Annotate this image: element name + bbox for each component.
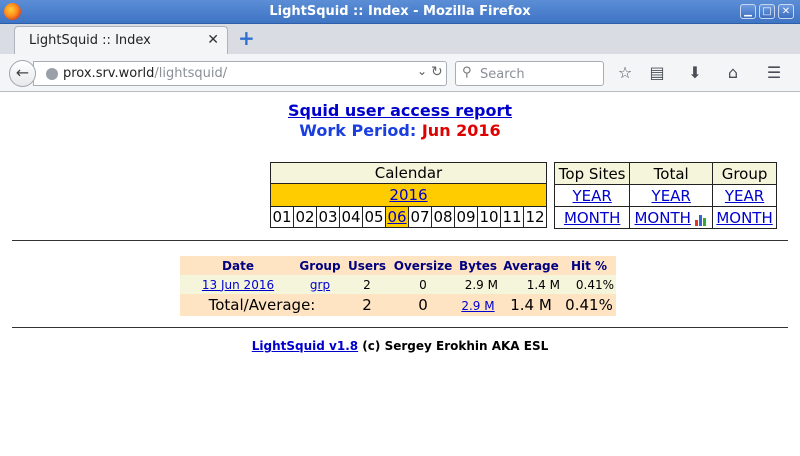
total-bytes-cell: 2.9 M xyxy=(456,294,500,316)
search-box[interactable]: ⚲ xyxy=(455,61,604,86)
url-bar[interactable]: prox.srv.world/lightsquid/ ⌄ ↻ xyxy=(33,61,447,86)
calendar-header: Calendar xyxy=(270,162,547,184)
reload-icon[interactable]: ↻ xyxy=(431,64,443,80)
group-header: Group xyxy=(712,162,777,185)
average-cell: 1.4 M xyxy=(500,275,562,294)
col-oversize: Oversize xyxy=(390,256,456,275)
total-oversize: 0 xyxy=(390,294,456,316)
tab-label: LightSquid :: Index xyxy=(29,33,151,48)
date-link[interactable]: 13 Jun 2016 xyxy=(202,278,274,292)
search-input[interactable] xyxy=(480,65,598,83)
total-year-link[interactable]: YEAR xyxy=(652,187,691,205)
users-cell: 2 xyxy=(344,275,390,294)
group-month-link[interactable]: MONTH xyxy=(716,209,772,227)
month-cell: 01 xyxy=(270,206,294,228)
month-cell-selected: 06 xyxy=(385,206,409,228)
top-sites-year-cell: YEAR xyxy=(553,184,631,207)
month-cell: 12 xyxy=(523,206,547,228)
home-icon[interactable]: ⌂ xyxy=(722,62,744,84)
maximize-icon[interactable]: □ xyxy=(759,4,775,19)
bookmark-star-icon[interactable]: ☆ xyxy=(614,62,636,84)
calendar-table: Calendar 2016 01 02 03 04 05 06 07 08 09… xyxy=(270,162,547,228)
col-average: Average xyxy=(500,256,562,275)
hit-cell: 0.41% xyxy=(562,275,616,294)
back-arrow-icon: ← xyxy=(15,63,30,82)
top-reports-table: Top Sites Total Group YEAR YEAR YEAR MON… xyxy=(553,162,777,229)
work-period-label: Work Period: xyxy=(299,121,417,140)
total-hit: 0.41% xyxy=(562,294,616,316)
col-hit: Hit % xyxy=(562,256,616,275)
month-cell: 05 xyxy=(362,206,386,228)
total-header: Total xyxy=(629,162,714,185)
bytes-cell: 2.9 M xyxy=(456,275,500,294)
month-cell: 09 xyxy=(454,206,478,228)
close-tab-icon[interactable]: ✕ xyxy=(207,32,219,48)
col-users: Users xyxy=(344,256,390,275)
group-year-cell: YEAR xyxy=(712,184,777,207)
col-date: Date xyxy=(180,256,296,275)
menu-icon[interactable]: ☰ xyxy=(763,62,785,84)
stats-header-row: Date Group Users Oversize Bytes Average … xyxy=(180,256,616,275)
group-year-link[interactable]: YEAR xyxy=(725,187,764,205)
date-cell: 13 Jun 2016 xyxy=(180,275,296,294)
report-title: Squid user access report xyxy=(0,101,800,120)
divider xyxy=(12,240,788,241)
total-row: Total/Average: 2 0 2.9 M 1.4 M 0.41% xyxy=(180,294,616,316)
top-sites-year-link[interactable]: YEAR xyxy=(572,187,611,205)
globe-icon xyxy=(46,68,58,80)
total-month-cell: MONTH xyxy=(629,206,714,229)
oversize-cell: 0 xyxy=(390,275,456,294)
month-cell: 10 xyxy=(477,206,501,228)
col-bytes: Bytes xyxy=(456,256,500,275)
reading-list-icon[interactable]: ▤ xyxy=(646,62,668,84)
footer-credit: (c) Sergey Erokhin AKA ESL xyxy=(358,339,549,353)
calendar-year-link[interactable]: 2016 xyxy=(389,186,427,204)
month-cell: 11 xyxy=(500,206,524,228)
lightsquid-link[interactable]: LightSquid v1.8 xyxy=(252,339,358,353)
tab-strip: LightSquid :: Index ✕ + xyxy=(0,24,800,54)
history-dropdown-icon[interactable]: ⌄ xyxy=(417,64,427,78)
footer: LightSquid v1.8 (c) Sergey Erokhin AKA E… xyxy=(0,339,800,353)
bar-graph-icon[interactable] xyxy=(694,208,708,226)
month-cell: 02 xyxy=(293,206,317,228)
top-sites-header: Top Sites xyxy=(553,162,631,185)
work-period: Work Period: Jun 2016 xyxy=(0,121,800,140)
top-sites-month-cell: MONTH xyxy=(553,206,631,229)
total-bytes-link[interactable]: 2.9 M xyxy=(461,299,494,313)
group-month-cell: MONTH xyxy=(712,206,777,229)
tab-lightsquid[interactable]: LightSquid :: Index ✕ xyxy=(14,26,228,54)
navigation-toolbar: prox.srv.world/lightsquid/ ⌄ ↻ ← ⚲ ☆ ▤ ⬇… xyxy=(0,54,800,92)
new-tab-icon[interactable]: + xyxy=(238,28,256,48)
close-window-icon[interactable]: ✕ xyxy=(778,4,794,19)
downloads-icon[interactable]: ⬇ xyxy=(684,62,706,84)
total-users: 2 xyxy=(344,294,390,316)
month-cell: 08 xyxy=(431,206,455,228)
search-icon: ⚲ xyxy=(462,65,472,80)
month-cell: 03 xyxy=(316,206,340,228)
daily-stats-table: Date Group Users Oversize Bytes Average … xyxy=(180,256,616,316)
top-sites-month-link[interactable]: MONTH xyxy=(564,209,620,227)
total-average: 1.4 M xyxy=(500,294,562,316)
group-link[interactable]: grp xyxy=(310,278,330,292)
work-period-value: Jun 2016 xyxy=(421,121,501,140)
table-row: 13 Jun 2016 grp 2 0 2.9 M 1.4 M 0.41% xyxy=(180,275,616,294)
page-content: Squid user access report Work Period: Ju… xyxy=(0,92,800,456)
col-group: Group xyxy=(296,256,344,275)
url-text[interactable]: prox.srv.world/lightsquid/ xyxy=(63,66,227,81)
total-month-link[interactable]: MONTH xyxy=(634,209,690,227)
total-year-cell: YEAR xyxy=(629,184,714,207)
window-titlebar: LightSquid :: Index - Mozilla Firefox ▁ … xyxy=(0,0,800,24)
window-title: LightSquid :: Index - Mozilla Firefox xyxy=(269,4,531,19)
calendar-year-cell: 2016 xyxy=(270,183,547,207)
total-label: Total/Average: xyxy=(180,294,344,316)
minimize-icon[interactable]: ▁ xyxy=(740,4,756,19)
back-button[interactable]: ← xyxy=(9,60,36,87)
month-cell: 07 xyxy=(408,206,432,228)
month-link-selected[interactable]: 06 xyxy=(387,208,406,226)
report-title-link[interactable]: Squid user access report xyxy=(288,101,512,120)
month-cell: 04 xyxy=(339,206,363,228)
group-cell: grp xyxy=(296,275,344,294)
divider xyxy=(12,327,788,328)
